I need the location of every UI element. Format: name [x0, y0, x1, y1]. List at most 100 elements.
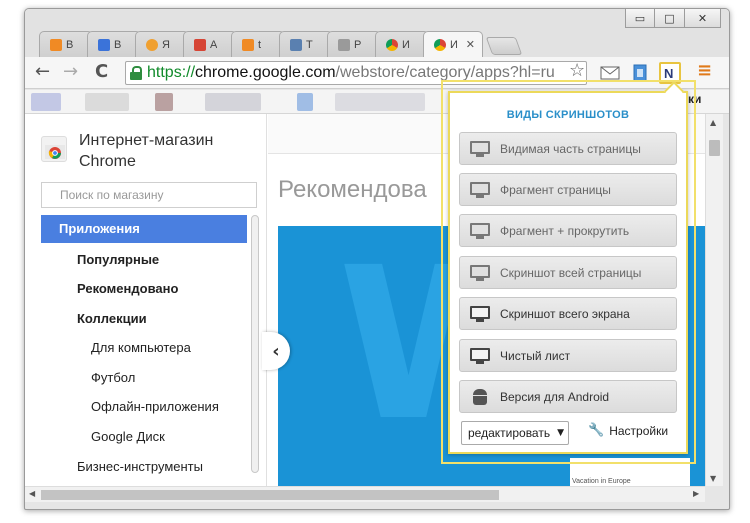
nav-item-collections[interactable]: Коллекции: [77, 311, 147, 326]
favicon-icon: [146, 38, 158, 51]
minimize-button[interactable]: ▭: [625, 9, 655, 28]
tab-3[interactable]: Я: [135, 31, 189, 57]
monitor-icon: [470, 347, 490, 364]
button-label: Фрагмент + прокрутить: [500, 223, 630, 238]
settings-label: Настройки: [609, 423, 669, 438]
url-host: chrome.google.com: [195, 64, 336, 81]
scroll-right-icon[interactable]: ▶: [693, 489, 699, 498]
bookmark-blurred[interactable]: [335, 93, 425, 111]
bookmark-star-icon[interactable]: ☆: [569, 60, 585, 81]
tab-1[interactable]: В: [39, 31, 93, 57]
nav-subitem-desktop[interactable]: Для компьютера: [91, 340, 191, 355]
tab-7[interactable]: Р: [327, 31, 381, 57]
close-tab-icon[interactable]: ✕: [466, 38, 475, 51]
android-icon: [473, 388, 487, 405]
window-controls: ▭ □ ✕: [625, 9, 721, 28]
store-title: Интернет-магазин Chrome: [79, 132, 214, 170]
back-button[interactable]: ←: [35, 63, 50, 81]
chrome-icon: [386, 38, 398, 51]
button-label: Видимая часть страницы: [500, 141, 641, 156]
monitor-icon: [470, 264, 490, 281]
store-sidebar: Интернет-магазин Chrome Поиск по магазин…: [25, 114, 267, 486]
svg-text:N: N: [664, 66, 673, 81]
nav-subitem-offline[interactable]: Офлайн-приложения: [91, 399, 219, 414]
bookmark-blurred[interactable]: [31, 93, 61, 111]
favicon-icon: [50, 38, 62, 51]
tab-label: И: [450, 38, 458, 51]
button-label: Чистый лист: [500, 348, 571, 363]
monitor-icon: [470, 222, 490, 239]
blank-sheet-button[interactable]: Чистый лист: [459, 339, 677, 372]
nav-item-popular[interactable]: Популярные: [77, 252, 159, 267]
tab-label: t: [258, 38, 262, 51]
new-tab-button[interactable]: [485, 37, 523, 55]
reload-button[interactable]: C: [95, 63, 108, 81]
tab-label: И: [402, 38, 410, 51]
puzzle-icon: [338, 38, 350, 51]
bookmark-blurred[interactable]: [297, 93, 313, 111]
lock-icon: [130, 66, 142, 80]
bookmark-blurred[interactable]: [205, 93, 261, 111]
menu-icon[interactable]: ≡: [697, 62, 712, 80]
android-version-button[interactable]: Версия для Android: [459, 380, 677, 413]
button-label: Фрагмент страницы: [500, 182, 611, 197]
nav-item-recommended[interactable]: Рекомендовано: [77, 281, 178, 296]
entire-page-button[interactable]: Скриншот всей страницы: [459, 256, 677, 289]
bookmark-blurred[interactable]: [155, 93, 173, 111]
nav-item-business[interactable]: Бизнес-инструменты: [77, 459, 203, 474]
vertical-scrollbar[interactable]: ▲ ▼: [705, 114, 723, 486]
entire-screen-button[interactable]: Скриншот всего экрана: [459, 297, 677, 330]
tab-8[interactable]: И: [375, 31, 429, 57]
nav-item-apps[interactable]: Приложения: [41, 215, 247, 243]
nav-subitem-google-drive[interactable]: Google Диск: [91, 429, 165, 444]
tab-label: Я: [162, 38, 170, 51]
select-value: редактировать: [468, 426, 551, 440]
settings-button[interactable]: 🔧 Настройки: [588, 423, 668, 438]
chrome-icon: [434, 38, 446, 51]
edit-mode-select[interactable]: редактировать ▼: [461, 421, 569, 445]
chrome-store-icon: [41, 136, 67, 162]
monitor-icon: [470, 305, 490, 322]
popup-title: ВИДЫ СКРИНШОТОВ: [506, 109, 630, 121]
tab-6[interactable]: Т: [279, 31, 333, 57]
chevron-down-icon: ▼: [557, 428, 564, 438]
close-window-button[interactable]: ✕: [685, 9, 721, 28]
horizontal-scroll-thumb[interactable]: [41, 490, 499, 500]
button-label: Скриншот всей страницы: [500, 265, 642, 280]
scroll-up-icon[interactable]: ▲: [710, 118, 716, 127]
tab-label: А: [210, 38, 218, 51]
horizontal-scrollbar[interactable]: ◀ ▶: [25, 486, 705, 502]
monitor-icon: [470, 140, 490, 157]
favicon-icon: [98, 38, 110, 51]
bookmark-blurred[interactable]: [85, 93, 129, 111]
page-fragment-button[interactable]: Фрагмент страницы: [459, 173, 677, 206]
fragment-scroll-button[interactable]: Фрагмент + прокрутить: [459, 214, 677, 247]
sidebar-scrollbar[interactable]: [251, 215, 259, 473]
tab-label: В: [114, 38, 122, 51]
button-label: Версия для Android: [500, 389, 610, 404]
tab-label: Р: [354, 38, 362, 51]
wrench-icon: 🔧: [588, 423, 605, 438]
tab-5[interactable]: t: [231, 31, 285, 57]
favicon-icon: [194, 38, 206, 51]
screenshot-popup: ВИДЫ СКРИНШОТОВ Видимая часть страницы Ф…: [448, 81, 688, 454]
scroll-down-icon[interactable]: ▼: [710, 474, 716, 483]
favicon-icon: [242, 38, 254, 51]
visible-part-button[interactable]: Видимая часть страницы: [459, 132, 677, 165]
maximize-button[interactable]: □: [655, 9, 685, 28]
tab-label: В: [66, 38, 74, 51]
nav-subitem-football[interactable]: Футбол: [91, 370, 135, 385]
tab-strip: В В Я А t Т Р И И ✕: [39, 31, 523, 57]
monitor-icon: [470, 181, 490, 198]
tab-2[interactable]: В: [87, 31, 141, 57]
url-scheme: https://: [147, 64, 196, 81]
scroll-left-icon[interactable]: ◀: [29, 489, 35, 498]
tab-4[interactable]: А: [183, 31, 237, 57]
tab-active[interactable]: И ✕: [423, 31, 483, 57]
store-search-input[interactable]: Поиск по магазину: [41, 182, 257, 208]
favicon-icon: [290, 38, 302, 51]
section-title: Рекомендова: [278, 176, 427, 203]
forward-button[interactable]: →: [63, 63, 78, 81]
vertical-scroll-thumb[interactable]: [709, 140, 720, 156]
button-label: Скриншот всего экрана: [500, 306, 630, 321]
